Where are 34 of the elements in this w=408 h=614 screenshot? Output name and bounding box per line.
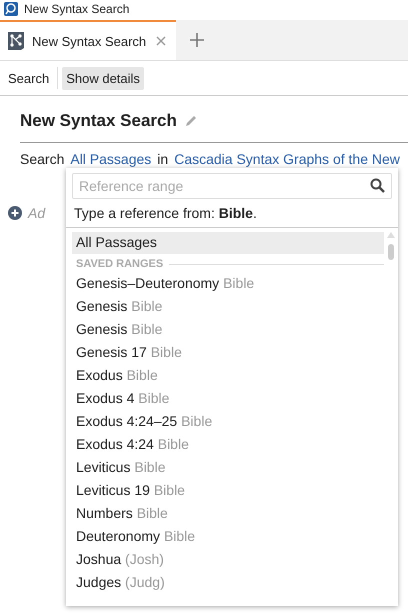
new-tab-plus-icon[interactable] xyxy=(190,33,204,47)
range-item[interactable]: Joshua (Josh) xyxy=(72,548,384,571)
syntax-graph-icon xyxy=(8,32,24,50)
toolbar-button[interactable]: Show details xyxy=(62,66,144,90)
range-item[interactable]: Genesis Bible xyxy=(72,318,384,341)
reference-range-field[interactable]: Reference range xyxy=(72,173,392,199)
range-item[interactable]: Genesis Bible xyxy=(72,295,384,318)
search-label: Search xyxy=(20,151,64,167)
range-item[interactable]: Numbers Bible xyxy=(72,502,384,525)
tab[interactable]: New Syntax Search xyxy=(0,20,176,60)
range-item[interactable]: Exodus 4:24 Bible xyxy=(72,433,384,456)
range-link[interactable]: All Passages xyxy=(70,151,152,167)
pencil-icon[interactable] xyxy=(184,115,197,127)
range-item[interactable]: Exodus 4:24–25 Bible xyxy=(72,410,384,433)
section-heading: SAVED RANGES xyxy=(76,258,164,270)
range-item[interactable]: Leviticus Bible xyxy=(72,456,384,479)
in-label: in xyxy=(157,151,168,167)
range-item[interactable]: Genesis 17 Bible xyxy=(72,341,384,364)
resource-link[interactable]: Cascadia Syntax Graphs of the New xyxy=(174,151,400,167)
scrollbar-thumb[interactable] xyxy=(388,244,394,260)
range-item[interactable]: Judges (Judg) xyxy=(72,571,384,594)
close-icon[interactable] xyxy=(156,36,166,46)
window-title: New Syntax Search xyxy=(24,2,130,16)
range-item[interactable]: Leviticus 19 Bible xyxy=(72,479,384,502)
range-item[interactable]: Exodus 4 Bible xyxy=(72,387,384,410)
range-item[interactable]: Genesis–Deuteronomy Bible xyxy=(72,272,384,295)
reference-hint: Type a reference from: Bible. xyxy=(73,204,258,223)
search-title: New Syntax Search xyxy=(20,111,177,131)
range-item[interactable]: Exodus Bible xyxy=(72,364,384,387)
add-icon[interactable] xyxy=(8,206,22,220)
search-icon[interactable] xyxy=(370,178,385,193)
toolbar-button[interactable]: Search xyxy=(4,66,54,90)
range-item[interactable]: Deuteronomy Bible xyxy=(72,525,384,548)
range-item[interactable]: All Passages xyxy=(72,232,384,254)
